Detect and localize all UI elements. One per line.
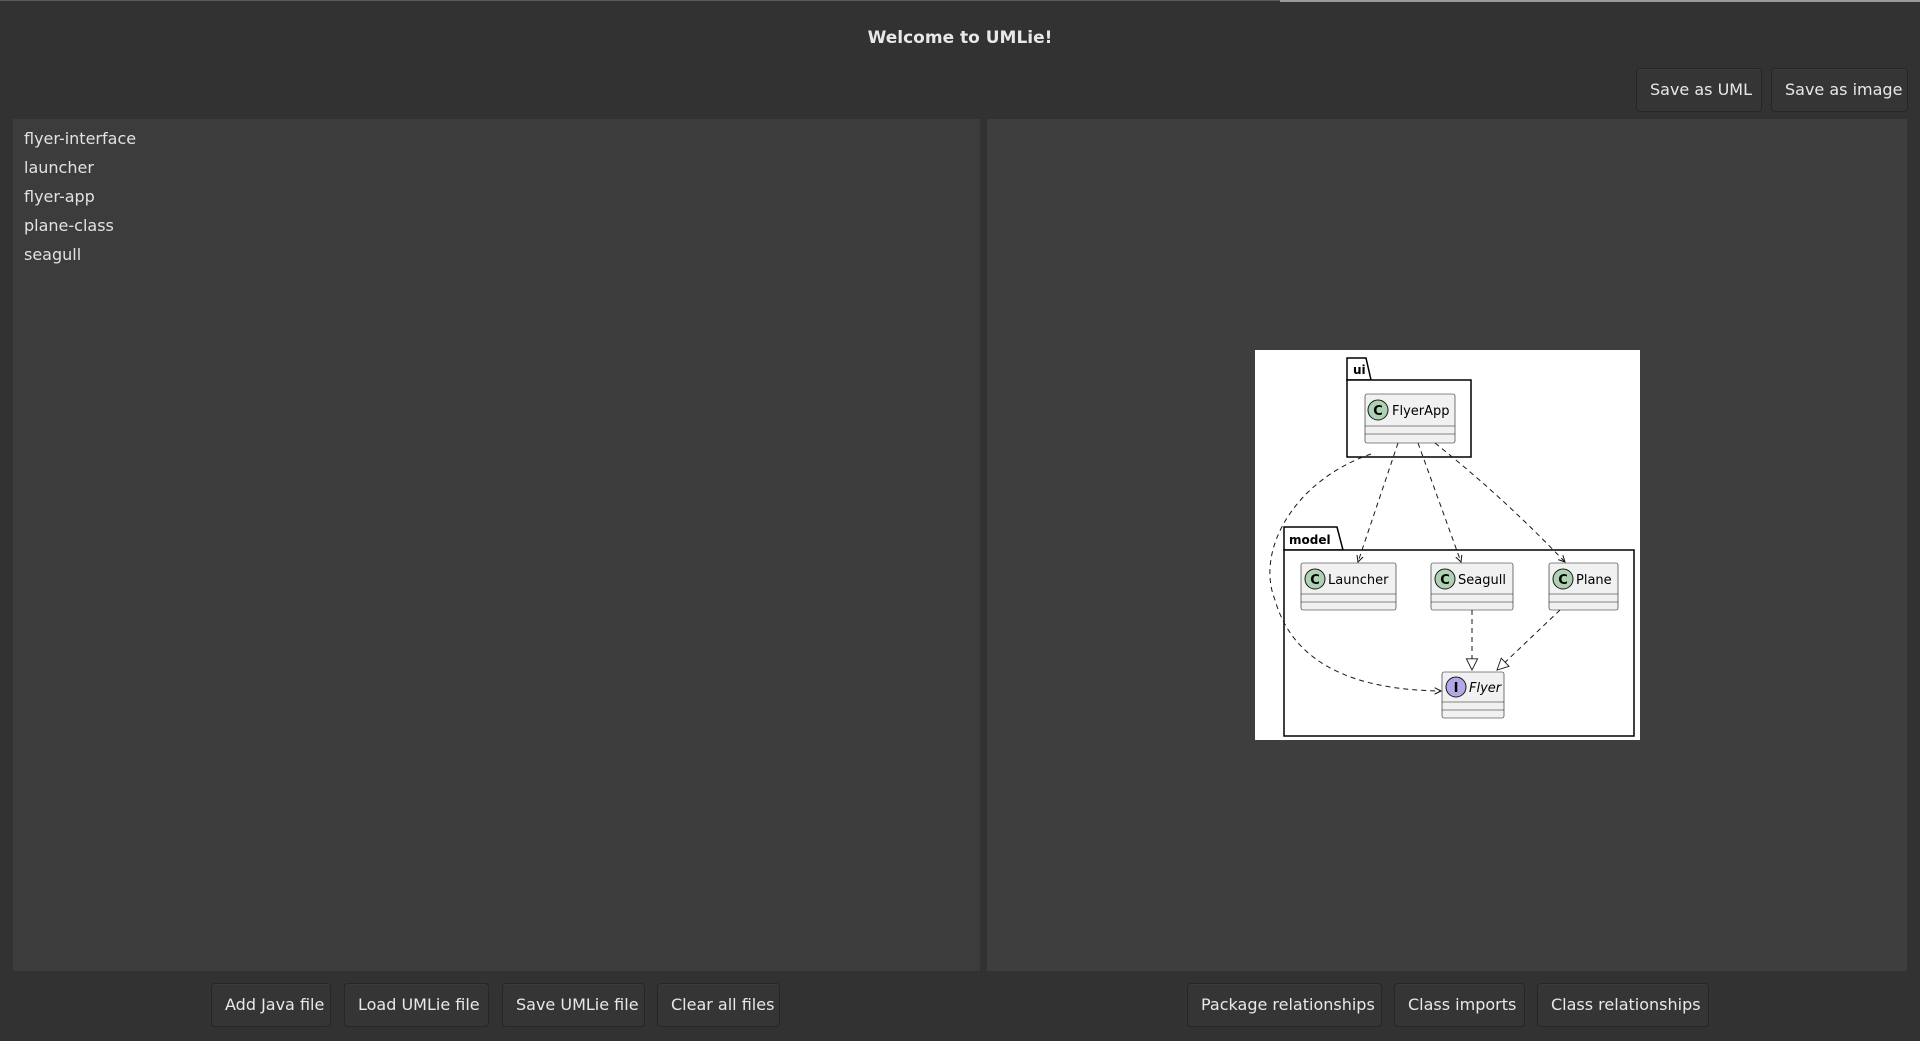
class-seagull: C Seagull: [1430, 562, 1514, 611]
save-as-uml-button[interactable]: Save as UML: [1636, 68, 1762, 112]
dependency-flyerapp-launcher: [1358, 442, 1399, 562]
class-relationships-button[interactable]: Class relationships: [1537, 983, 1709, 1027]
file-list-item[interactable]: plane-class: [13, 211, 980, 240]
class-flyerapp-name: FlyerApp: [1392, 404, 1450, 419]
class-plane: C Plane: [1548, 562, 1619, 611]
class-plane-name: Plane: [1576, 573, 1612, 588]
file-list[interactable]: flyer-interface launcher flyer-app plane…: [13, 119, 980, 971]
window-title: Welcome to UMLie!: [867, 28, 1053, 48]
class-stereotype-glyph: C: [1373, 404, 1383, 419]
package-model-label: model: [1289, 533, 1331, 547]
add-java-file-button[interactable]: Add Java file: [211, 983, 331, 1027]
file-list-item[interactable]: seagull: [13, 240, 980, 269]
file-list-item[interactable]: flyer-interface: [13, 124, 980, 153]
uml-diagram: ui model C FlyerApp C Launcher C Seagull…: [1255, 350, 1640, 740]
uml-diagram-svg: ui model C FlyerApp C Launcher C Seagull…: [1269, 357, 1635, 737]
load-umlie-file-button[interactable]: Load UMLie file: [344, 983, 489, 1027]
interface-flyer-name: Flyer: [1469, 681, 1503, 696]
interface-stereotype-glyph: I: [1454, 681, 1459, 696]
window-top-accent: [1280, 0, 1920, 2]
file-list-item[interactable]: flyer-app: [13, 182, 980, 211]
class-imports-button[interactable]: Class imports: [1394, 983, 1525, 1027]
class-seagull-name: Seagull: [1458, 573, 1506, 588]
class-stereotype-glyph: C: [1310, 573, 1320, 588]
save-umlie-file-button[interactable]: Save UMLie file: [502, 983, 645, 1027]
package-ui-label: ui: [1353, 363, 1366, 377]
app-window: Welcome to UMLie! Save as UML Save as im…: [0, 0, 1920, 1041]
class-stereotype-glyph: C: [1440, 573, 1450, 588]
class-launcher: C Launcher: [1300, 562, 1397, 611]
clear-all-files-button[interactable]: Clear all files: [657, 983, 780, 1027]
save-as-image-button[interactable]: Save as image: [1771, 68, 1908, 112]
interface-flyer: I Flyer: [1441, 671, 1505, 719]
dependency-flyerapp-seagull: [1417, 442, 1461, 562]
diagram-panel: ui model C FlyerApp C Launcher C Seagull…: [987, 119, 1907, 971]
class-flyerapp: C FlyerApp: [1364, 393, 1456, 444]
class-launcher-name: Launcher: [1328, 573, 1389, 588]
file-list-item[interactable]: launcher: [13, 153, 980, 182]
package-relationships-button[interactable]: Package relationships: [1187, 983, 1382, 1027]
dependency-flyerapp-plane: [1434, 442, 1565, 562]
class-stereotype-glyph: C: [1558, 573, 1568, 588]
